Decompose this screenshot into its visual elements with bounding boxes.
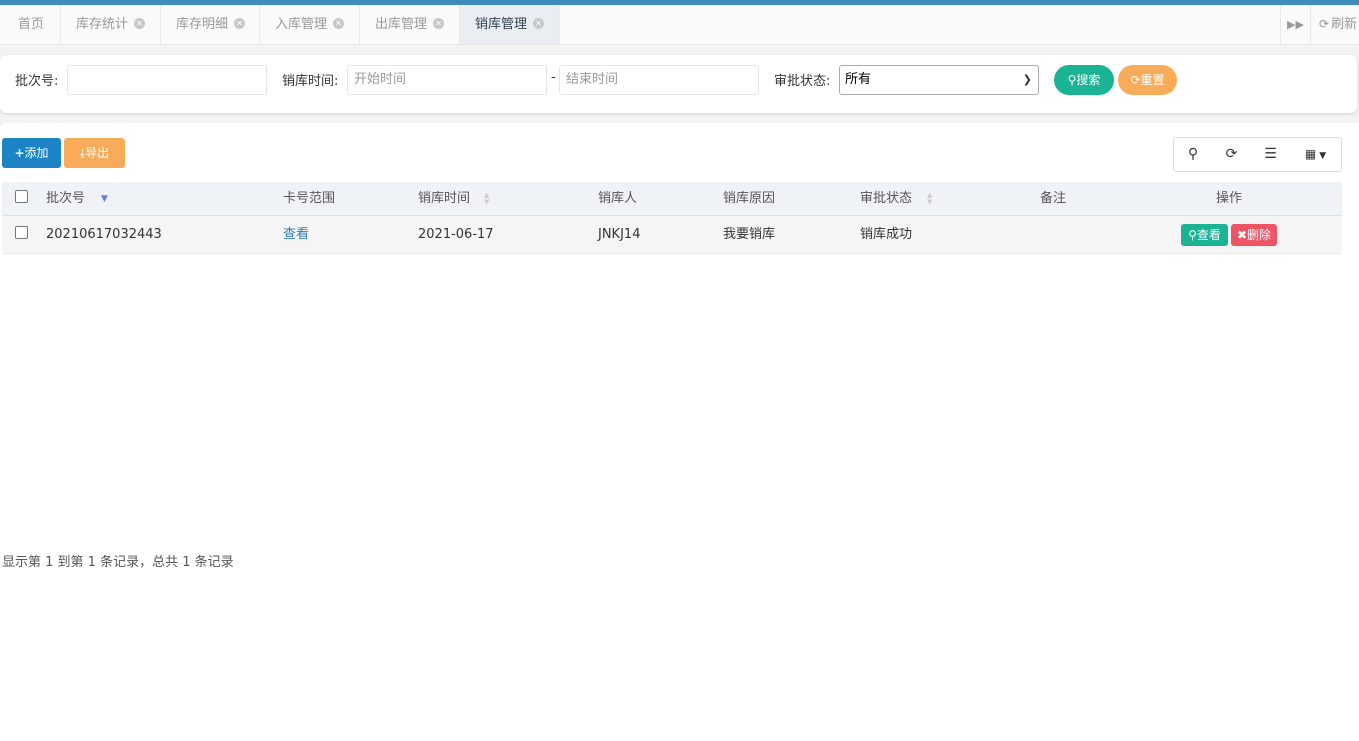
search-panel: 批次号: 销库时间: 开始时间 - 结束时间 审批状态: 所有 ❯ ⚲搜索 ⟳重… <box>0 55 1357 113</box>
col-note: 备注 <box>1040 182 1066 216</box>
col-reason-label: 销库原因 <box>723 191 776 206</box>
delete-button-label: 删除 <box>1247 228 1272 242</box>
caret-down-icon: ▼ <box>1319 151 1327 161</box>
cell-batch: 20210617032443 <box>46 227 162 242</box>
status-select[interactable]: 所有 ❯ <box>839 65 1039 95</box>
list-icon: ☰ <box>1264 146 1277 162</box>
search-button-label: 搜索 <box>1076 73 1101 87</box>
cell-time: 2021-06-17 <box>418 227 494 242</box>
reset-button[interactable]: ⟳重置 <box>1118 65 1177 95</box>
col-actions-label: 操作 <box>1216 191 1243 206</box>
card-range-link[interactable]: 查看 <box>283 216 309 254</box>
tab-label: 库存明细 <box>176 17 229 32</box>
select-all-checkbox[interactable] <box>15 190 28 203</box>
tabs-bar: 首页 库存统计 ✕ 库存明细 ✕ 入库管理 ✕ 出库管理 ✕ 销库管理 ✕ ▶▶ ⟳ 刷新 <box>0 5 1359 45</box>
refresh-icon: ⟳ <box>1130 73 1141 87</box>
col-operator: 销库人 <box>598 182 637 216</box>
col-batch-label: 批次号 <box>46 191 86 206</box>
col-card-range: 卡号范围 <box>283 182 335 216</box>
toggle-view-button[interactable]: ☰ <box>1251 137 1291 172</box>
batch-label: 批次号: <box>15 74 59 89</box>
search-icon: ⚲ <box>1187 146 1199 162</box>
refresh-table-button[interactable]: ⟳ <box>1212 137 1252 172</box>
col-time-label: 销库时间 <box>418 191 471 206</box>
cell-reason: 我要销库 <box>723 227 776 242</box>
add-button[interactable]: +添加 <box>2 138 61 168</box>
tab-label: 出库管理 <box>375 17 428 32</box>
sort-icon[interactable]: ▲ ▼ <box>927 192 932 206</box>
export-button-label: 导出 <box>85 146 110 160</box>
reset-button-label: 重置 <box>1140 73 1165 87</box>
table-panel: +添加 ⤓导出 ⚲ ⟳ ☰ ▦ ▼ 批次号 ▼ 卡号范围 销库时间 ▲ ▼ 销库人 … <box>0 123 1359 741</box>
view-button-label: 查看 <box>1196 228 1221 242</box>
range-separator: - <box>551 70 556 85</box>
close-icon[interactable]: ✕ <box>134 18 146 29</box>
sort-icon[interactable]: ▲ ▼ <box>484 192 489 206</box>
plus-icon: + <box>14 146 25 160</box>
view-button[interactable]: ⚲查看 <box>1181 224 1228 246</box>
time-label: 销库时间: <box>282 74 339 89</box>
col-time[interactable]: 销库时间 <box>418 182 470 216</box>
toggle-search-button[interactable]: ⚲ <box>1173 137 1213 172</box>
close-icon[interactable]: ✕ <box>433 18 445 29</box>
delete-button[interactable]: ✖删除 <box>1231 224 1277 246</box>
add-button-label: 添加 <box>24 146 49 160</box>
close-icon[interactable]: ✕ <box>533 18 545 29</box>
refresh-label: 刷新 <box>1331 17 1358 32</box>
sort-desc-icon[interactable]: ▼ <box>101 194 108 204</box>
refresh-tab-button[interactable]: ⟳ 刷新 <box>1310 5 1359 44</box>
tab-home[interactable]: 首页 <box>3 5 61 44</box>
tab-label: 销库管理 <box>475 17 528 32</box>
search-button[interactable]: ⚲搜索 <box>1054 65 1114 95</box>
cell-status: 销库成功 <box>860 227 913 242</box>
tab-label: 库存统计 <box>76 17 129 32</box>
tab-stock-stats[interactable]: 库存统计 ✕ <box>61 5 161 44</box>
columns-button[interactable]: ▦ ▼ <box>1290 137 1342 172</box>
status-label: 审批状态: <box>774 74 831 89</box>
grid-icon: ▦ <box>1304 147 1317 161</box>
tab-label: 首页 <box>18 17 45 32</box>
close-icon[interactable]: ✕ <box>333 18 345 29</box>
row-checkbox[interactable] <box>15 226 28 239</box>
col-status[interactable]: 审批状态 <box>860 182 912 216</box>
col-actions: 操作 <box>1216 182 1242 216</box>
tab-inbound[interactable]: 入库管理 ✕ <box>260 5 360 44</box>
search-icon: ⚲ <box>1188 228 1197 242</box>
tab-destock[interactable]: 销库管理 ✕ <box>460 5 560 44</box>
refresh-icon: ⟳ <box>1319 17 1330 31</box>
tab-label: 入库管理 <box>275 17 328 32</box>
double-chevron-right-icon: ▶▶ <box>1287 18 1304 31</box>
col-batch[interactable]: 批次号 <box>46 182 85 216</box>
end-time-input[interactable]: 结束时间 <box>559 65 759 95</box>
tab-stock-detail[interactable]: 库存明细 ✕ <box>161 5 260 44</box>
table-header: 批次号 ▼ 卡号范围 销库时间 ▲ ▼ 销库人 销库原因 审批状态 ▲ ▼ 备注 操… <box>2 182 1342 216</box>
status-selected-value: 所有 <box>845 72 872 87</box>
start-time-input[interactable]: 开始时间 <box>347 65 547 95</box>
close-icon: ✖ <box>1236 228 1248 242</box>
col-status-label: 审批状态 <box>860 191 913 206</box>
col-reason: 销库原因 <box>723 182 775 216</box>
tab-forward-button[interactable]: ▶▶ <box>1280 5 1310 44</box>
refresh-icon: ⟳ <box>1225 146 1238 162</box>
col-operator-label: 销库人 <box>598 191 638 206</box>
tab-outbound[interactable]: 出库管理 ✕ <box>360 5 460 44</box>
pagination-info: 显示第 1 到第 1 条记录，总共 1 条记录 <box>2 555 234 570</box>
batch-input[interactable] <box>67 65 267 95</box>
col-card-range-label: 卡号范围 <box>283 191 336 206</box>
close-icon[interactable]: ✕ <box>234 18 246 29</box>
export-button[interactable]: ⤓导出 <box>64 138 125 168</box>
table-row[interactable]: 20210617032443 查看 2021-06-17 JNKJ14 我要销库… <box>2 216 1342 254</box>
chevron-down-icon: ❯ <box>1022 73 1032 86</box>
cell-operator: JNKJ14 <box>598 227 641 242</box>
col-note-label: 备注 <box>1040 191 1067 206</box>
